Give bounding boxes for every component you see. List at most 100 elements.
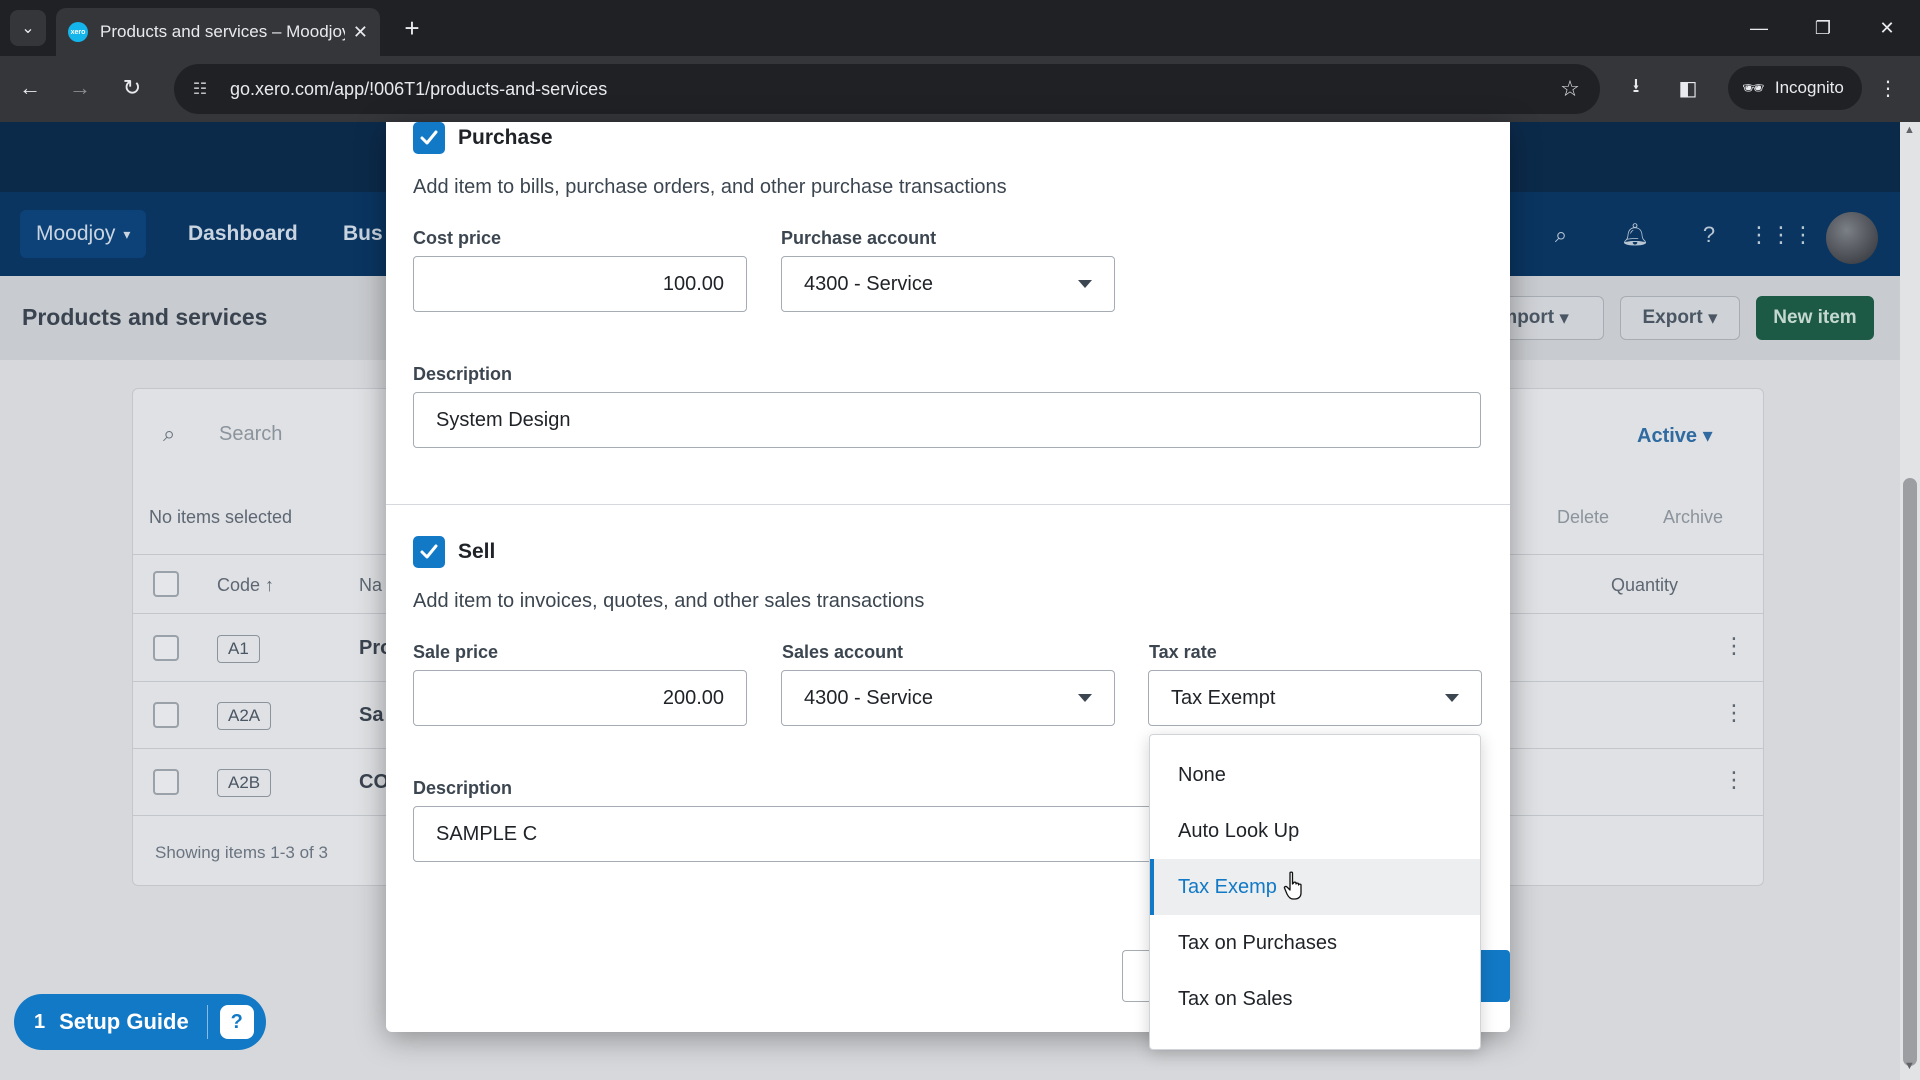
column-code-label: Code bbox=[217, 575, 261, 595]
nav-dashboard[interactable]: Dashboard bbox=[188, 222, 298, 246]
incognito-label: Incognito bbox=[1774, 78, 1844, 97]
scroll-up-arrow-icon[interactable]: ▲ bbox=[1904, 124, 1915, 136]
caret-down-icon bbox=[1078, 694, 1092, 702]
save-button[interactable] bbox=[1478, 950, 1510, 1002]
tax-option-tax-on-sales[interactable]: Tax on Sales bbox=[1150, 971, 1480, 1027]
page-title: Products and services bbox=[22, 304, 268, 330]
sales-account-select[interactable]: 4300 - Service bbox=[781, 670, 1115, 726]
archive-button[interactable]: Archive bbox=[1663, 507, 1723, 528]
back-icon[interactable]: ← bbox=[12, 70, 48, 106]
tax-option-auto-look-up[interactable]: Auto Look Up bbox=[1150, 803, 1480, 859]
org-switcher[interactable]: Moodjoy ▾ bbox=[20, 210, 147, 258]
setup-guide-label: Setup Guide bbox=[59, 1009, 189, 1034]
export-button[interactable]: Export ▾ bbox=[1620, 296, 1740, 340]
browser-menu-icon[interactable]: ⋮ bbox=[1870, 70, 1906, 106]
browser-tab-bar: ⌄ xero Products and services – Moodjoy ✕… bbox=[0, 0, 1920, 56]
setup-guide-count: 1 bbox=[34, 1010, 46, 1033]
item-name: Sa bbox=[359, 704, 384, 726]
sales-account-label: Sales account bbox=[782, 642, 904, 662]
sell-description: Add item to invoices, quotes, and other … bbox=[413, 590, 925, 612]
minimize-icon[interactable]: — bbox=[1736, 10, 1782, 46]
purchase-account-label: Purchase account bbox=[781, 228, 937, 248]
row-menu-icon[interactable]: ⋮ bbox=[1723, 633, 1745, 659]
row-menu-icon[interactable]: ⋮ bbox=[1723, 700, 1745, 726]
search-icon: ⌕ bbox=[163, 421, 176, 446]
checkmark-icon bbox=[420, 544, 438, 559]
browser-toolbar: ← → ↻ ☷ go.xero.com/app/!006T1/products-… bbox=[0, 56, 1920, 122]
purchase-account-value: 4300 - Service bbox=[804, 272, 933, 295]
column-code[interactable]: Code ↑ bbox=[217, 575, 274, 596]
purchase-account-select[interactable]: 4300 - Service bbox=[781, 256, 1115, 312]
row-checkbox[interactable] bbox=[153, 702, 179, 728]
purchase-label: Purchase bbox=[458, 126, 553, 149]
side-panel-icon[interactable]: ◧ bbox=[1670, 70, 1706, 106]
caret-down-icon bbox=[1445, 694, 1459, 702]
window-close-icon[interactable]: ✕ bbox=[1864, 10, 1910, 46]
tax-option-tax-on-purchases[interactable]: Tax on Purchases bbox=[1150, 915, 1480, 971]
restore-icon[interactable]: ❐ bbox=[1800, 10, 1846, 46]
row-checkbox[interactable] bbox=[153, 635, 179, 661]
column-quantity[interactable]: Quantity bbox=[1611, 575, 1678, 596]
option-label: Tax Exemp bbox=[1178, 875, 1277, 898]
status-filter[interactable]: Active ▾ bbox=[1637, 423, 1713, 448]
delete-button[interactable]: Delete bbox=[1557, 507, 1609, 528]
tax-option-none[interactable]: None bbox=[1150, 747, 1480, 803]
caret-down-icon bbox=[1078, 280, 1092, 288]
purchase-checkbox[interactable] bbox=[413, 122, 445, 154]
new-tab-icon[interactable]: + bbox=[396, 12, 428, 44]
bookmark-star-icon[interactable]: ☆ bbox=[1552, 76, 1588, 102]
forward-icon[interactable]: → bbox=[62, 70, 98, 106]
apps-grid-icon[interactable]: ⋮⋮⋮ bbox=[1748, 220, 1814, 250]
download-icon[interactable]: ⭳ bbox=[1618, 70, 1654, 106]
tab-close-icon[interactable]: ✕ bbox=[353, 22, 368, 43]
avatar[interactable] bbox=[1826, 212, 1878, 264]
nav-business[interactable]: Bus bbox=[343, 222, 383, 246]
help-icon[interactable]: ? bbox=[1694, 220, 1724, 250]
org-name: Moodjoy bbox=[36, 222, 116, 245]
sale-price-value: 200.00 bbox=[662, 686, 724, 709]
tax-rate-label: Tax rate bbox=[1149, 642, 1217, 662]
sell-checkbox[interactable] bbox=[413, 536, 445, 568]
tax-rate-select[interactable]: Tax Exempt bbox=[1148, 670, 1482, 726]
row-checkbox[interactable] bbox=[153, 769, 179, 795]
address-bar[interactable]: ☷ go.xero.com/app/!006T1/products-and-se… bbox=[174, 64, 1600, 114]
sales-account-value: 4300 - Service bbox=[804, 686, 933, 709]
tax-option-tax-exempt[interactable]: Tax Exemp bbox=[1150, 859, 1480, 915]
selection-status: No items selected bbox=[149, 507, 293, 527]
sell-desc-label: Description bbox=[413, 778, 513, 798]
incognito-badge[interactable]: 🕶 Incognito bbox=[1728, 66, 1862, 110]
sell-desc-value: SAMPLE C bbox=[436, 822, 538, 845]
option-label: None bbox=[1178, 763, 1226, 786]
search-input[interactable]: Search bbox=[219, 423, 282, 446]
checkmark-icon bbox=[420, 130, 438, 145]
scroll-down-arrow-icon[interactable]: ▼ bbox=[1904, 1060, 1915, 1072]
hand-pointer-cursor-icon bbox=[1283, 871, 1302, 900]
item-code: A1 bbox=[217, 635, 260, 663]
scrollbar-thumb[interactable] bbox=[1903, 478, 1917, 1066]
search-icon[interactable]: ⌕ bbox=[1546, 220, 1576, 250]
tab-title: Products and services – Moodjoy bbox=[100, 22, 345, 41]
purchase-description-input[interactable]: System Design bbox=[413, 392, 1481, 448]
xero-favicon-icon: xero bbox=[68, 22, 88, 42]
select-all-checkbox[interactable] bbox=[153, 571, 179, 597]
new-item-label: New item bbox=[1773, 307, 1857, 328]
sale-price-input[interactable]: 200.00 bbox=[413, 670, 747, 726]
cost-price-input[interactable]: 100.00 bbox=[413, 256, 747, 312]
new-item-button[interactable]: New item bbox=[1756, 296, 1874, 340]
chat-help-icon[interactable]: ? bbox=[219, 1005, 254, 1039]
option-label: Tax on Purchases bbox=[1178, 931, 1337, 954]
notifications-bell-icon[interactable]: 🔔︎ bbox=[1620, 220, 1650, 250]
tab-search-chevron-icon[interactable]: ⌄ bbox=[10, 10, 46, 46]
cost-price-label: Cost price bbox=[413, 228, 502, 248]
site-settings-icon[interactable]: ☷ bbox=[188, 79, 212, 99]
option-label: Tax on Sales bbox=[1178, 987, 1293, 1010]
org-chevron-icon: ▾ bbox=[123, 225, 131, 242]
setup-guide-button[interactable]: 1 Setup Guide ? bbox=[14, 994, 266, 1050]
url-text: go.xero.com/app/!006T1/products-and-serv… bbox=[230, 78, 608, 99]
column-name[interactable]: Na bbox=[359, 575, 382, 596]
export-label: Export bbox=[1642, 307, 1703, 328]
row-menu-icon[interactable]: ⋮ bbox=[1723, 767, 1745, 793]
reload-icon[interactable]: ↻ bbox=[114, 70, 150, 106]
status-filter-label: Active bbox=[1637, 425, 1698, 447]
browser-tab[interactable]: xero Products and services – Moodjoy ✕ bbox=[56, 8, 380, 56]
